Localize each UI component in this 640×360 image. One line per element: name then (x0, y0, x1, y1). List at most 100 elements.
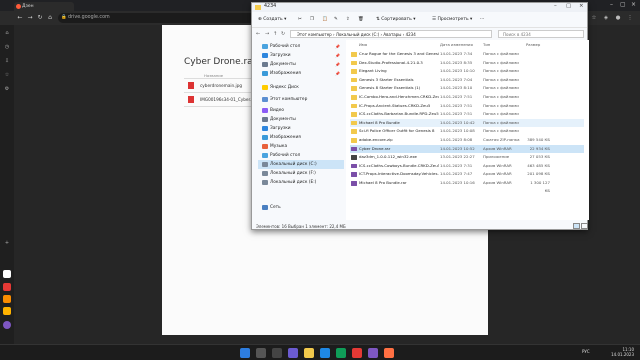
rar-icon (351, 181, 357, 186)
rename-icon[interactable]: ✎ (334, 17, 338, 22)
language-indicator[interactable]: РУС (582, 349, 590, 354)
sidebar-app-icon[interactable] (3, 283, 11, 291)
create-button[interactable]: ⊕ Создать ▾ (258, 17, 286, 22)
sidebar-add-icon[interactable]: + (3, 239, 11, 247)
sort-button[interactable]: ⇅ Сортировать ▾ (376, 17, 416, 22)
sidebar-download-icon[interactable]: ⇩ (3, 57, 11, 65)
share-icon[interactable]: ⇪ (346, 17, 350, 22)
folder-icon (351, 52, 357, 57)
sidebar-app-icon[interactable] (3, 307, 11, 315)
column-name[interactable]: Имя (359, 42, 367, 47)
sidebar-bookmarks-icon[interactable]: ☆ (3, 71, 11, 79)
file-size: 389 540 КБ (527, 137, 550, 142)
reload-icon[interactable]: ↻ (36, 14, 44, 22)
file-row[interactable]: ICS.ccCloths.Cowboys.Bundle.CRKD-Zeu5.ra… (350, 162, 584, 170)
address-bar[interactable]: 🔒 drive.google.com (58, 13, 258, 23)
app-icon[interactable] (336, 348, 346, 358)
file-row[interactable]: Cyber Drone.rar 14.01.2023 10:52 Архив Win… (350, 144, 584, 153)
nav-item[interactable]: Этот компьютер (258, 95, 344, 104)
file-row[interactable]: Genesis 3 Starter Essentials 14.01.2023 7… (350, 76, 584, 84)
more-icon[interactable]: ··· (480, 17, 484, 22)
forward-icon[interactable]: → (265, 31, 269, 37)
nav-item[interactable]: Загрузки (258, 124, 344, 133)
nav-item[interactable]: Изображения (258, 133, 344, 142)
minimize-icon[interactable]: – (610, 1, 613, 8)
file-row[interactable]: IC.Combo.Hero.and.Henchmen.CRKD-Zeu5 14.0… (350, 93, 584, 101)
nav-item[interactable]: Яндекс Диск (258, 83, 344, 92)
app-icon[interactable] (384, 348, 394, 358)
paste-icon[interactable]: 📋 (322, 17, 328, 22)
tiles-view-icon[interactable] (581, 223, 588, 229)
file-row[interactable]: ICT.Props.Interactive.Doomsday.Vehicles.… (350, 170, 584, 178)
file-row[interactable]: Michael 8 Pro Bundle.rar 14.01.2023 10:16… (350, 179, 584, 193)
copy-icon[interactable]: ❐ (310, 17, 314, 22)
app-icon[interactable] (320, 348, 330, 358)
up-icon[interactable]: ↑ (273, 31, 277, 37)
file-row[interactable]: Genesis 8 Starter Essentials (1) 14.01.20… (350, 84, 584, 92)
nav-item[interactable]: Локальный диск (F:) (258, 169, 344, 178)
back-icon[interactable]: ← (256, 31, 260, 37)
search-icon[interactable] (256, 348, 266, 358)
profile-icon[interactable]: ● (614, 14, 622, 22)
file-row[interactable]: ICS.ccCloths.Barbarian.Bundle.RPD-Zeu5 14… (350, 110, 584, 118)
file-row[interactable]: daz3dm_1.0.0.112_win32.exe 13.01.2023 22:… (350, 153, 584, 161)
task-view-icon[interactable] (272, 348, 282, 358)
nav-item[interactable]: Рабочий стол (258, 151, 344, 160)
app-icon[interactable] (288, 348, 298, 358)
sidebar-home-icon[interactable]: ⌂ (3, 29, 11, 37)
file-row[interactable]: Sci-fi Police Officer Outfit for Genesis… (350, 127, 584, 135)
maximize-icon[interactable]: ▢ (620, 1, 626, 8)
tab-dzen[interactable]: Дзен (14, 2, 74, 11)
file-row[interactable]: Dex-Studio-Professional-4.21.0.3 14.01.20… (350, 59, 584, 67)
archive-file-item[interactable]: IMG00196s34-01_Cyber... (188, 96, 254, 103)
nav-item[interactable]: Локальный диск (C:) (258, 160, 344, 169)
back-icon[interactable]: ← (16, 14, 24, 22)
app-icon[interactable] (368, 348, 378, 358)
cut-icon[interactable]: ✂ (298, 17, 302, 22)
menu-icon[interactable]: ⋮ (626, 14, 634, 22)
folder-icon (255, 5, 261, 10)
extensions-icon[interactable]: ◈ (602, 14, 610, 22)
nav-item[interactable]: Рабочий стол 📌 (258, 42, 344, 51)
bookmark-icon[interactable]: ☆ (590, 14, 598, 22)
nav-item[interactable]: Сеть (258, 203, 344, 212)
column-type[interactable]: Тип (483, 42, 490, 47)
archive-file-item[interactable]: cyberdronemain.jpg (188, 82, 242, 89)
clock[interactable]: 11:10 14.01.2023 (604, 347, 634, 357)
sidebar-history-icon[interactable]: ◷ (3, 43, 11, 51)
path-breadcrumb[interactable]: Этот компьютер › Локальный диск (C:) › А… (290, 30, 492, 38)
sidebar-app-icon[interactable] (3, 321, 11, 329)
minimize-icon[interactable]: – (554, 3, 557, 9)
explorer-icon[interactable] (304, 348, 314, 358)
file-row[interactable]: IC.Props.Ancient.Statues.CRKD-Zeu5 14.01.… (350, 102, 584, 110)
nav-item[interactable]: Документы 📌 (258, 60, 344, 69)
refresh-icon[interactable]: ↻ (281, 31, 285, 37)
home-icon[interactable]: ⌂ (46, 14, 54, 22)
nav-item[interactable]: Документы (258, 115, 344, 124)
sidebar-app-icon[interactable] (3, 270, 11, 278)
close-icon[interactable]: × (579, 3, 584, 9)
nav-item[interactable]: Музыка (258, 142, 344, 151)
forward-icon[interactable]: → (26, 14, 34, 22)
close-icon[interactable]: × (631, 1, 636, 8)
app-icon[interactable] (352, 348, 362, 358)
nav-item[interactable]: Загрузки 📌 (258, 51, 344, 60)
view-button[interactable]: ☰ Просмотреть ▾ (432, 17, 472, 22)
file-name: Genesis 8 Starter Essentials (1) (359, 85, 421, 91)
file-row[interactable]: Cruz Rogue for the Genesis 3 and Genesis… (350, 50, 584, 58)
start-icon[interactable] (240, 348, 250, 358)
column-size[interactable]: Размер (526, 42, 540, 47)
details-view-icon[interactable] (573, 223, 580, 229)
sidebar-settings-icon[interactable]: ⚙ (3, 85, 11, 93)
nav-item[interactable]: Видео (258, 106, 344, 115)
file-row[interactable]: Elegant Living 14.01.2023 10:10 Папка с фа… (350, 67, 584, 75)
nav-item[interactable]: Локальный диск (E:) (258, 178, 344, 187)
file-row[interactable]: Michael 8 Pro Bundle 14.01.2023 10:42 Папк… (350, 118, 584, 127)
maximize-icon[interactable]: ▢ (566, 3, 571, 9)
search-input[interactable]: Поиск в 4234 (498, 30, 584, 38)
sidebar-app-icon[interactable] (3, 295, 11, 303)
delete-icon[interactable]: 🗑 (358, 17, 364, 22)
nav-item[interactable]: Изображения 📌 (258, 69, 344, 78)
file-row[interactable]: adobe-encore.zip 14.01.2023 8:08 Сжатая ZI… (350, 136, 584, 144)
column-date[interactable]: Дата изменения (440, 42, 473, 47)
